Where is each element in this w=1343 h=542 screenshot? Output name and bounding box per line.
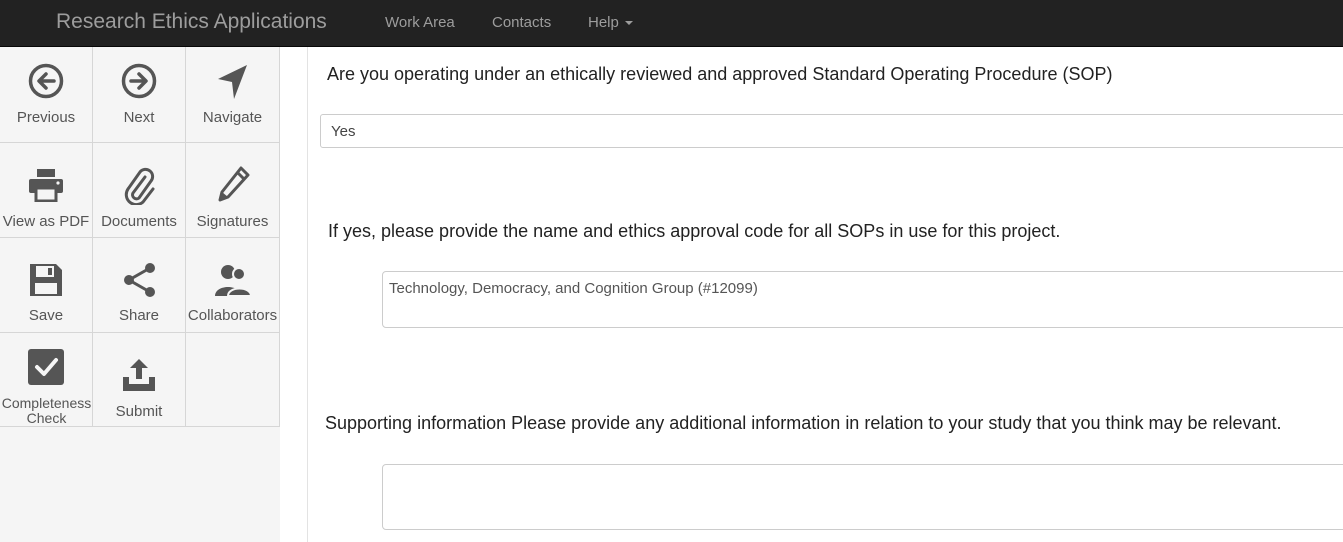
floppy-disk-icon [0,262,92,298]
nav-help[interactable]: Help [588,14,633,32]
collaborators-button[interactable]: Collaborators [186,238,280,333]
share-label: Share [118,307,160,324]
supporting-info-question: Supporting information Please provide an… [325,413,1282,433]
sop-details-question: If yes, please provide the name and ethi… [328,221,1061,241]
documents-label: Documents [101,213,177,230]
app-title[interactable]: Research Ethics Applications [56,10,327,34]
documents-button[interactable]: Documents [93,143,186,238]
previous-button[interactable]: Previous [0,47,93,143]
sop-question: Are you operating under an ethically rev… [327,64,1113,84]
save-button[interactable]: Save [0,238,93,333]
arrow-circle-right-icon [93,63,185,99]
upload-icon [93,357,185,393]
navigate-button[interactable]: Navigate [186,47,280,143]
arrow-circle-left-icon [0,63,92,99]
empty-tile [186,333,280,427]
supporting-info-textarea[interactable] [382,464,1343,530]
content-gutter [280,47,308,542]
submit-label: Submit [115,403,163,420]
collaborators-label: Collaborators [187,307,278,324]
nav-work-area[interactable]: Work Area [385,14,455,32]
save-label: Save [28,307,64,324]
sop-details-textarea[interactable]: Technology, Democracy, and Cognition Gro… [382,271,1343,328]
navigate-arrow-icon [186,63,279,101]
next-button[interactable]: Next [93,47,186,143]
paperclip-icon [93,165,185,205]
signatures-label: Signatures [196,213,269,230]
checkbox-icon [0,349,92,385]
nav-contacts[interactable]: Contacts [492,14,551,32]
users-icon [186,262,279,298]
sidebar: Previous Next Navigate View as PDF Docum… [0,47,281,542]
next-label: Next [123,109,155,126]
view-as-pdf-button[interactable]: View as PDF [0,143,93,238]
signatures-button[interactable]: Signatures [186,143,280,238]
sop-select[interactable]: Yes [320,114,1343,148]
submit-button[interactable]: Submit [93,333,186,427]
navigate-label: Navigate [202,109,263,126]
nav-help-label: Help [588,14,619,31]
printer-icon [0,168,92,202]
previous-label: Previous [16,109,76,126]
share-icon [93,262,185,298]
completeness-check-label: Completeness Check [1,395,92,426]
share-button[interactable]: Share [93,238,186,333]
top-navbar: Research Ethics Applications Work Area C… [0,0,1343,47]
pencil-icon [186,165,279,205]
completeness-check-button[interactable]: Completeness Check [0,333,93,427]
view-as-pdf-label: View as PDF [2,213,90,230]
caret-down-icon [624,21,633,26]
